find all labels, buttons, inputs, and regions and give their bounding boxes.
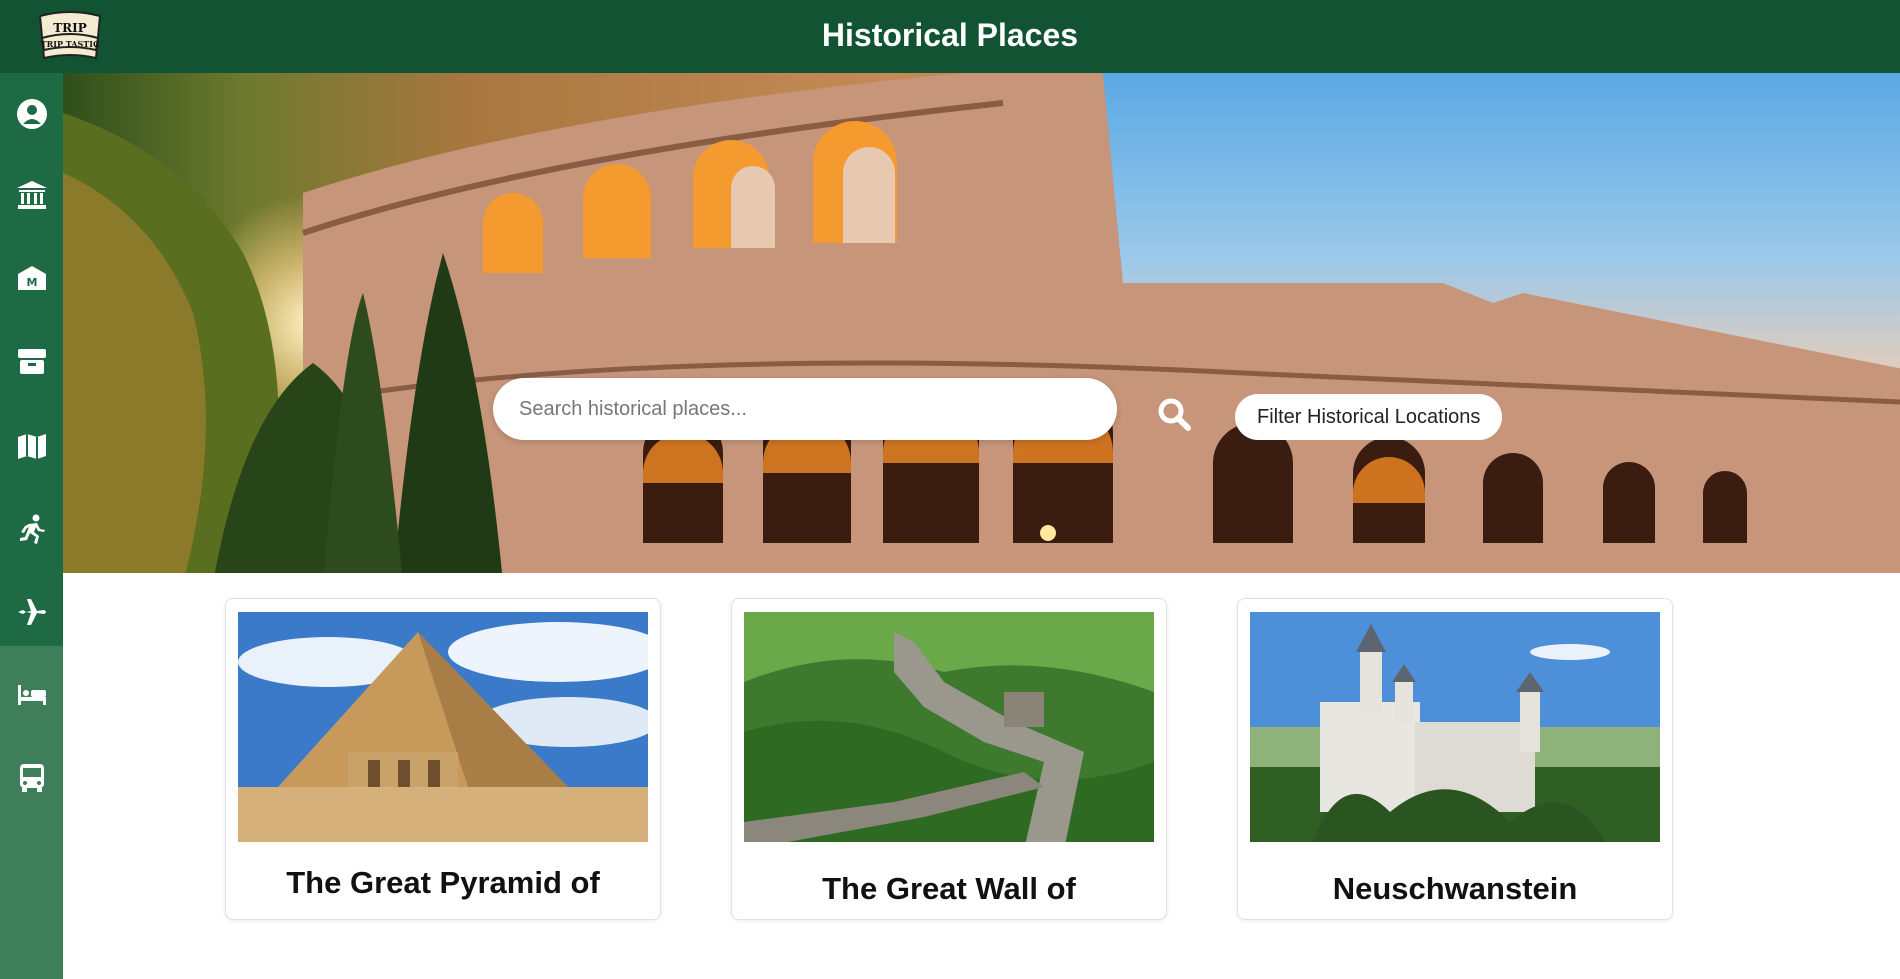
sidebar-nav: M xyxy=(0,73,63,979)
card-title: Neuschwanstein xyxy=(1332,871,1578,906)
place-card[interactable]: The Great Wall of xyxy=(731,598,1167,920)
filter-button[interactable]: Filter Historical Locations xyxy=(1235,394,1503,440)
card-image-great-wall xyxy=(744,612,1154,842)
bed-icon[interactable] xyxy=(14,677,50,713)
card-image-pyramid xyxy=(238,612,648,842)
trees-image xyxy=(63,113,503,573)
museum-icon[interactable] xyxy=(14,177,50,213)
search-icon[interactable] xyxy=(1157,397,1191,431)
search-input[interactable] xyxy=(493,378,1117,440)
card-title: The Great Pyramid of xyxy=(286,865,600,900)
monument-icon[interactable]: M xyxy=(14,260,50,296)
running-person-icon[interactable] xyxy=(14,511,50,547)
bus-icon[interactable] xyxy=(14,760,50,796)
place-card[interactable]: Neuschwanstein xyxy=(1237,598,1673,920)
airplane-icon[interactable] xyxy=(14,594,50,630)
page-title: Historical Places xyxy=(821,17,1079,53)
box-icon[interactable] xyxy=(14,343,50,379)
map-icon[interactable] xyxy=(14,428,50,464)
card-image-neuschwanstein xyxy=(1250,612,1660,842)
hero-banner: Filter Historical Locations xyxy=(63,73,1900,573)
card-title: The Great Wall of xyxy=(822,871,1076,906)
place-card[interactable]: The Great Pyramid of xyxy=(225,598,661,920)
user-circle-icon[interactable] xyxy=(14,96,50,132)
top-header: TRIP TRIP TASTIC Historical Places xyxy=(0,0,1900,73)
svg-text:M: M xyxy=(27,276,38,289)
